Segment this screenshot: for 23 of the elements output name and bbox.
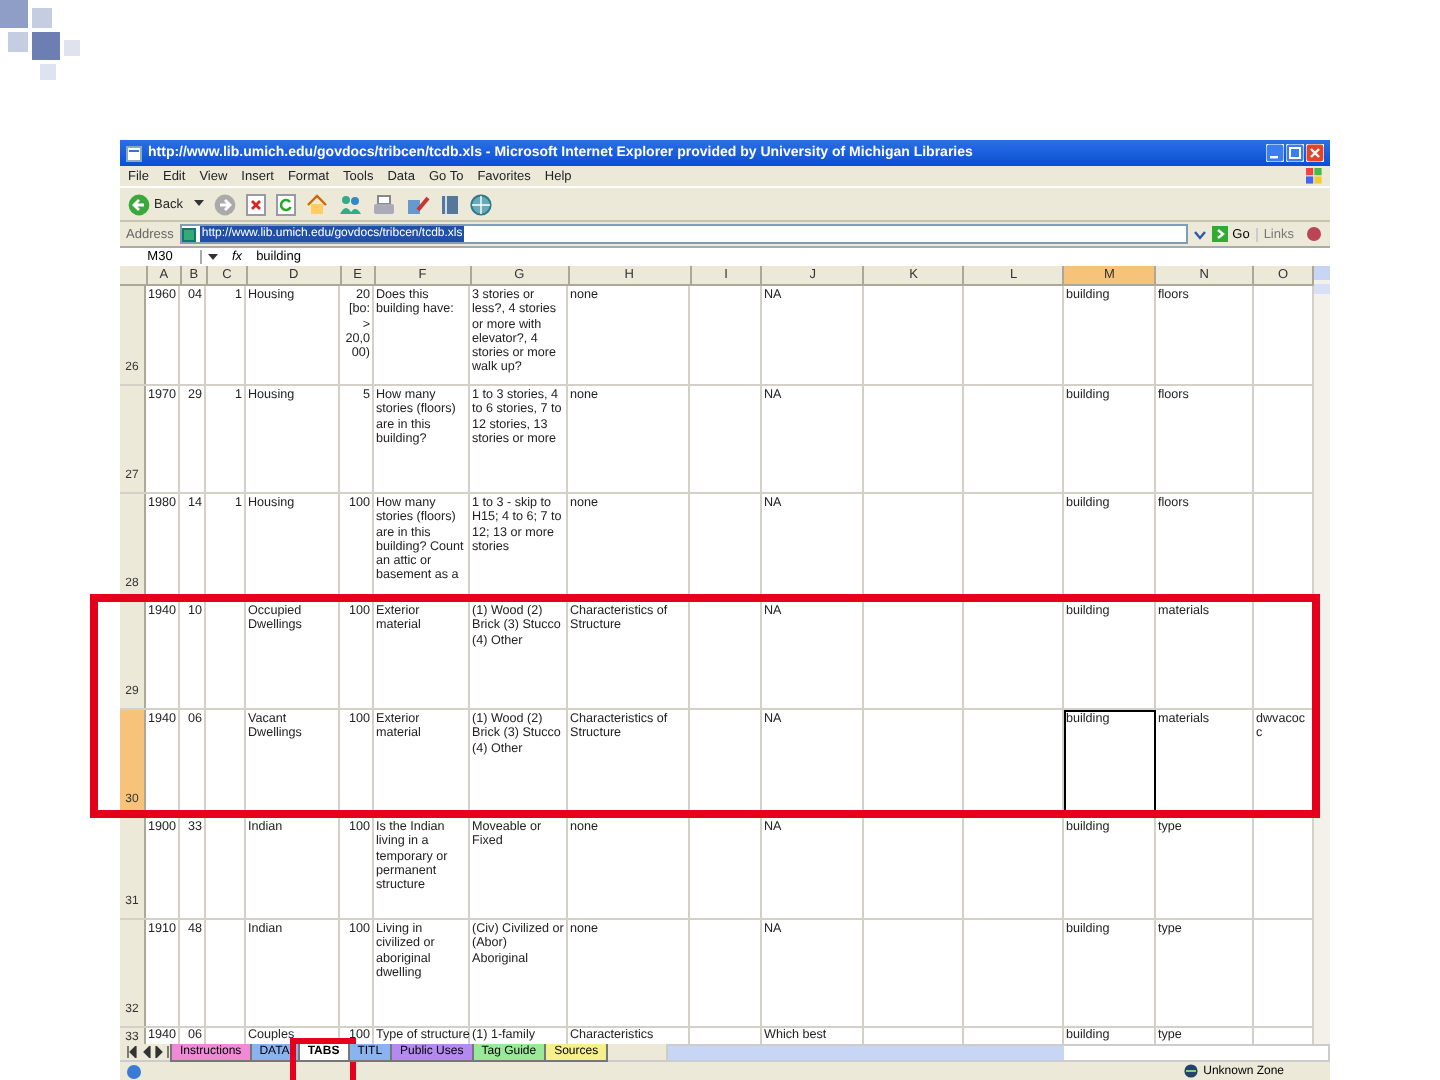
page-icon (126, 145, 142, 161)
forward-icon[interactable] (214, 193, 237, 215)
toolbar-extension-icon[interactable] (1306, 226, 1324, 242)
page-status-icon (126, 1063, 142, 1079)
edit-icon[interactable] (406, 193, 431, 215)
refresh-icon[interactable] (276, 193, 297, 215)
windows-logo-icon (1306, 168, 1322, 184)
minimize-icon[interactable] (1266, 144, 1284, 162)
page-icon (181, 227, 196, 241)
maximize-icon[interactable] (1286, 144, 1304, 162)
dropdown-caret-icon[interactable] (208, 253, 218, 261)
dropdown-caret-icon[interactable] (194, 200, 205, 208)
globe-icon[interactable] (470, 193, 493, 215)
home-icon[interactable] (306, 193, 329, 215)
people-icon[interactable] (338, 193, 363, 215)
book-icon[interactable] (440, 193, 461, 215)
stop-icon[interactable] (246, 193, 267, 215)
dropdown-caret-icon[interactable] (1194, 227, 1207, 241)
globe-icon (1183, 1064, 1198, 1078)
back-icon (128, 193, 150, 215)
tab-navigation-icon[interactable] (126, 1046, 170, 1058)
print-icon[interactable] (372, 193, 397, 215)
close-icon[interactable] (1306, 144, 1324, 162)
